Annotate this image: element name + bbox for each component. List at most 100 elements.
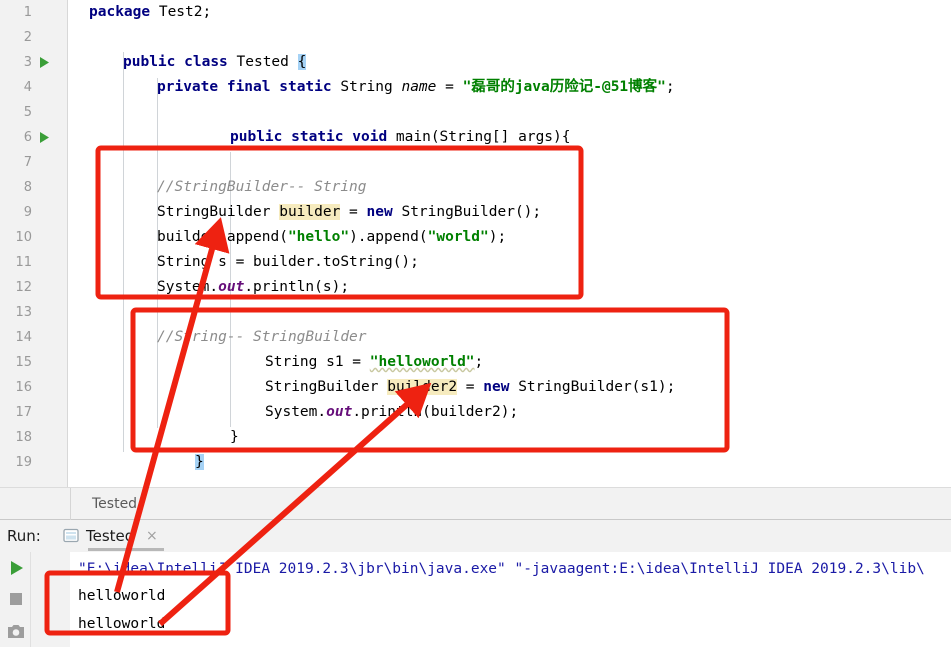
keyword-static: static bbox=[291, 129, 344, 145]
console-output[interactable]: "E:\idea\IntelliJ IDEA 2019.2.3\jbr\bin\… bbox=[70, 552, 951, 647]
keyword-final: final bbox=[226, 79, 271, 95]
run-class-gutter-icon[interactable] bbox=[39, 50, 53, 75]
line-number: 3 bbox=[23, 55, 32, 70]
field-out: out bbox=[326, 404, 353, 420]
run-secondary-toolbar[interactable] bbox=[30, 552, 88, 647]
code-line-9[interactable]: StringBuilder builder = new StringBuilde… bbox=[157, 200, 951, 225]
line-number: 9 bbox=[23, 205, 32, 220]
code-folding-stripe[interactable] bbox=[68, 0, 151, 487]
line-number: 5 bbox=[23, 105, 32, 120]
editor-gutter[interactable]: 1 2 3 4 5 6 7 8 9 10 11 12 13 14 15 16 1… bbox=[0, 0, 68, 487]
string-literal-hello: "hello" bbox=[287, 229, 350, 245]
code-line-4[interactable]: private final static String name = "磊哥的j… bbox=[157, 75, 951, 100]
keyword-class: class bbox=[184, 54, 228, 70]
run-left-toolbar[interactable] bbox=[0, 552, 30, 647]
field-name: name bbox=[401, 79, 437, 95]
code-line-6[interactable]: public static void main(String[] args){ bbox=[230, 125, 951, 150]
run-tool-window[interactable]: Run: Tested × "E:\idea\IntelliJ IDEA 201… bbox=[0, 520, 951, 647]
code-line-12[interactable]: System.out.println(s); bbox=[157, 275, 951, 300]
line-number: 11 bbox=[15, 255, 32, 270]
operator-equals: = bbox=[457, 379, 484, 395]
string-literal-chinese: "磊哥的java历险记-@51博客" bbox=[462, 79, 666, 95]
append-call-start: builder.append( bbox=[157, 229, 288, 245]
code-text-area[interactable]: package Test2; public class Tested { pri… bbox=[85, 0, 951, 487]
matched-brace: { bbox=[297, 54, 307, 70]
line-number-column: 1 2 3 4 5 6 7 8 9 10 11 12 13 14 15 16 1… bbox=[0, 0, 36, 487]
append-call-end: ); bbox=[488, 229, 507, 245]
closing-brace-method: } bbox=[230, 429, 239, 445]
camera-icon[interactable] bbox=[6, 622, 26, 642]
line-number: 6 bbox=[23, 130, 32, 145]
run-window-header: Run: Tested × bbox=[0, 520, 951, 552]
operator-equals: = bbox=[436, 79, 463, 95]
comment-string-to-stringbuilder: //String-- StringBuilder bbox=[157, 329, 367, 345]
code-line-17[interactable]: System.out.println(builder2); bbox=[265, 400, 951, 425]
breadcrumb[interactable]: Tested bbox=[0, 487, 951, 521]
line-number: 10 bbox=[15, 230, 32, 245]
code-line-18[interactable]: } bbox=[230, 425, 951, 450]
code-line-3[interactable]: public class Tested { bbox=[123, 50, 951, 75]
line-number: 18 bbox=[15, 430, 32, 445]
line-number: 17 bbox=[15, 405, 32, 420]
string-literal-helloworld: "helloworld" bbox=[369, 354, 475, 370]
line-number: 1 bbox=[23, 5, 32, 20]
identifier-builder: builder bbox=[279, 204, 341, 220]
indent-guide bbox=[123, 52, 124, 452]
line-number: 4 bbox=[23, 80, 32, 95]
line-number: 7 bbox=[23, 155, 32, 170]
class-name: Tested bbox=[227, 54, 298, 70]
line-number: 19 bbox=[15, 455, 32, 470]
main-signature: main(String[] args){ bbox=[387, 129, 571, 145]
code-line-14[interactable]: //String-- StringBuilder bbox=[157, 325, 951, 350]
semicolon: ; bbox=[474, 354, 484, 370]
run-method-gutter-icon[interactable] bbox=[39, 125, 53, 150]
comment-stringbuilder-to-string: //StringBuilder-- String bbox=[157, 179, 367, 195]
code-line-11[interactable]: String s = builder.toString(); bbox=[157, 250, 951, 275]
ide-screenshot: 1 2 3 4 5 6 7 8 9 10 11 12 13 14 15 16 1… bbox=[0, 0, 951, 647]
constructor-call: StringBuilder(); bbox=[392, 204, 542, 220]
rerun-icon[interactable] bbox=[6, 558, 26, 578]
type-stringbuilder: StringBuilder bbox=[157, 204, 280, 220]
run-tab-underline bbox=[88, 548, 164, 551]
code-line-19[interactable]: } bbox=[195, 450, 951, 475]
keyword-public: public bbox=[230, 129, 283, 145]
tostring-assignment: String s = builder.toString(); bbox=[157, 254, 419, 270]
breadcrumb-class[interactable]: Tested bbox=[92, 488, 137, 521]
keyword-new: new bbox=[483, 379, 510, 395]
append-call-mid: ).append( bbox=[349, 229, 428, 245]
keyword-private: private bbox=[157, 79, 219, 95]
stop-icon[interactable] bbox=[6, 589, 26, 609]
identifier-builder2: builder2 bbox=[387, 379, 458, 395]
keyword-public: public bbox=[123, 54, 176, 70]
string-literal-world: "world" bbox=[427, 229, 489, 245]
run-window-title: Run: bbox=[7, 527, 41, 545]
line-number: 12 bbox=[15, 280, 32, 295]
code-editor[interactable]: 1 2 3 4 5 6 7 8 9 10 11 12 13 14 15 16 1… bbox=[0, 0, 951, 487]
code-line-10[interactable]: builder.append("hello").append("world"); bbox=[157, 225, 951, 250]
closing-brace-class: } bbox=[195, 454, 204, 470]
code-line-16[interactable]: StringBuilder builder2 = new StringBuild… bbox=[265, 375, 951, 400]
line-number: 14 bbox=[15, 330, 32, 345]
type-stringbuilder: StringBuilder bbox=[265, 379, 388, 395]
keyword-void: void bbox=[352, 129, 388, 145]
code-line-1[interactable]: package Test2; bbox=[89, 0, 951, 25]
keyword-static: static bbox=[279, 79, 332, 95]
system-prefix: System. bbox=[265, 404, 327, 420]
code-line-15[interactable]: String s1 = "helloworld"; bbox=[265, 350, 951, 375]
code-line-8[interactable]: //StringBuilder-- String bbox=[157, 175, 951, 200]
println-call: .println(builder2); bbox=[352, 404, 519, 420]
operator-equals: = bbox=[340, 204, 367, 220]
field-out: out bbox=[218, 279, 245, 295]
console-output-line: helloworld bbox=[78, 588, 166, 604]
keyword-package: package bbox=[89, 4, 151, 20]
breadcrumb-divider bbox=[70, 488, 71, 521]
console-output-line: helloworld bbox=[78, 616, 166, 632]
line-number: 16 bbox=[15, 380, 32, 395]
println-call: .println(s); bbox=[244, 279, 350, 295]
console-command-line: "E:\idea\IntelliJ IDEA 2019.2.3\jbr\bin\… bbox=[78, 561, 925, 577]
type-String: String bbox=[331, 79, 402, 95]
semicolon: ; bbox=[665, 79, 675, 95]
keyword-new: new bbox=[366, 204, 393, 220]
line-number: 2 bbox=[23, 30, 32, 45]
run-config-icon bbox=[63, 528, 79, 543]
